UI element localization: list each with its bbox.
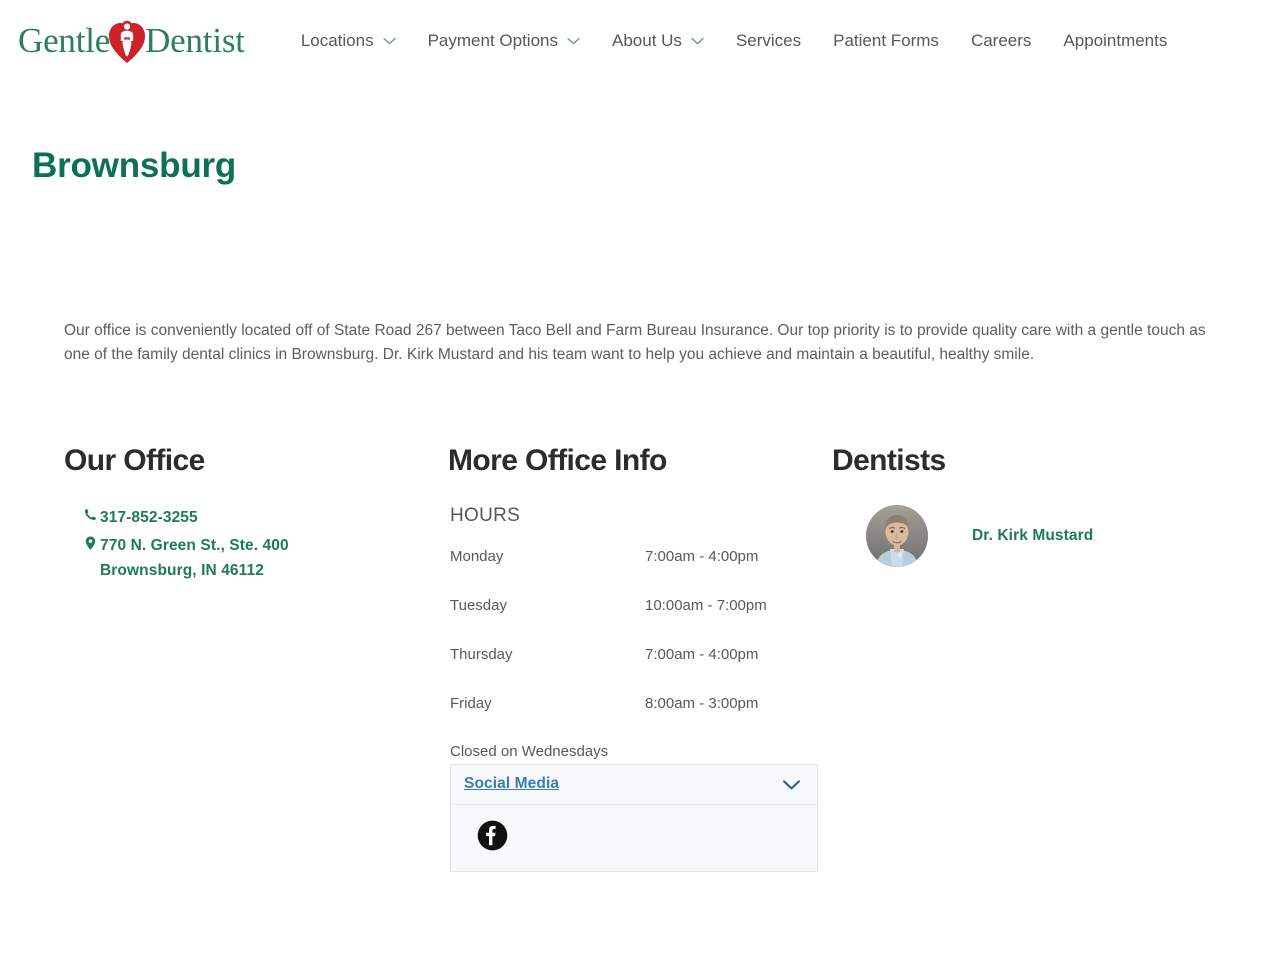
dentists-column: Dentists Dr. Kirk Mustard [784,444,1204,872]
nav-item-patient-forms[interactable]: Patient Forms [817,26,955,55]
phone-row: 317-852-3255 [64,505,376,530]
phone-icon [80,505,100,521]
social-media-accordion-header[interactable]: Social Media [451,765,817,805]
heart-tooth-logo-icon [107,17,147,65]
intro-paragraph: Our office is conveniently located off o… [64,321,1206,364]
hours-table: Monday 7:00am - 4:00pm Tuesday 10:00am -… [450,549,770,745]
hours-time: 7:00am - 4:00pm [645,547,759,565]
closed-note: Closed on Wednesdays [450,742,609,760]
nav-label: Patient Forms [833,30,939,50]
nav-item-about-us[interactable]: About Us [596,26,720,55]
facebook-icon [477,820,508,851]
nav-label: About Us [612,30,682,50]
address-line-1: 770 N. Green St., Ste. 400 [100,536,289,554]
address-line-2: Brownsburg, IN 46112 [100,561,264,579]
map-pin-icon [80,533,100,550]
hours-day: Monday [450,547,504,565]
address-link[interactable]: 770 N. Green St., Ste. 400 Brownsburg, IN… [100,533,289,583]
our-office-heading: Our Office [64,444,205,477]
table-row: Monday 7:00am - 4:00pm [450,549,770,598]
hours-label: HOURS [450,504,521,526]
social-media-accordion-body [451,805,817,871]
social-media-accordion: Social Media [450,763,818,872]
site-header: Gentle Dentist Locations Payment Options [0,0,1280,80]
more-office-info-column: More Office Info HOURS Monday 7:00am - 4… [392,444,818,872]
info-columns: Our Office 317-852-3255 770 N. Green St.… [0,444,1280,872]
nav-label: Careers [970,30,1032,50]
dentist-name-link[interactable]: Dr. Kirk Mustard [972,527,1093,545]
dentists-heading: Dentists [832,444,946,477]
table-row: Thursday 7:00am - 4:00pm [450,647,770,696]
nav-item-appointments[interactable]: Appointments [1047,26,1183,55]
table-row: Friday 8:00am - 3:00pm [450,696,770,745]
hours-time: 8:00am - 3:00pm [645,694,759,712]
address-row: 770 N. Green St., Ste. 400 Brownsburg, IN… [64,533,376,583]
hours-time: 10:00am - 7:00pm [645,596,767,614]
our-office-column: Our Office 317-852-3255 770 N. Green St.… [0,444,392,872]
nav-item-locations[interactable]: Locations [285,26,412,55]
page-title: Brownsburg [32,146,237,185]
nav-item-careers[interactable]: Careers [955,26,1047,55]
hours-day: Tuesday [450,596,507,614]
more-office-info-heading: More Office Info [448,444,667,477]
hours-day: Thursday [450,645,513,663]
hours-time: 7:00am - 4:00pm [645,645,759,663]
table-row: Tuesday 10:00am - 7:00pm [450,598,770,647]
social-media-title-link[interactable]: Social Media [464,775,559,793]
dentist-headshot-avatar[interactable] [866,504,928,567]
nav-label: Payment Options [427,30,558,50]
nav-label: Locations [300,30,374,50]
contact-list: 317-852-3255 770 N. Green St., Ste. 400 B… [64,505,376,583]
list-item: Dr. Kirk Mustard [832,504,1188,567]
chevron-down-icon [382,37,396,45]
chevron-down-icon [567,37,580,45]
site-logo[interactable]: Gentle Dentist [18,16,245,64]
nav-label: Appointments [1063,30,1168,50]
facebook-link[interactable] [477,820,804,851]
logo-text-left: Gentle [18,20,111,60]
nav-item-services[interactable]: Services [720,26,817,55]
logo-text-right: Dentist [145,20,245,60]
main-navigation: Locations Payment Options About Us Servi… [285,26,1260,55]
hours-day: Friday [450,694,492,712]
nav-label: Services [735,30,802,50]
phone-number-link[interactable]: 317-852-3255 [100,505,198,530]
nav-item-payment-options[interactable]: Payment Options [412,26,596,55]
chevron-down-icon [691,37,704,45]
